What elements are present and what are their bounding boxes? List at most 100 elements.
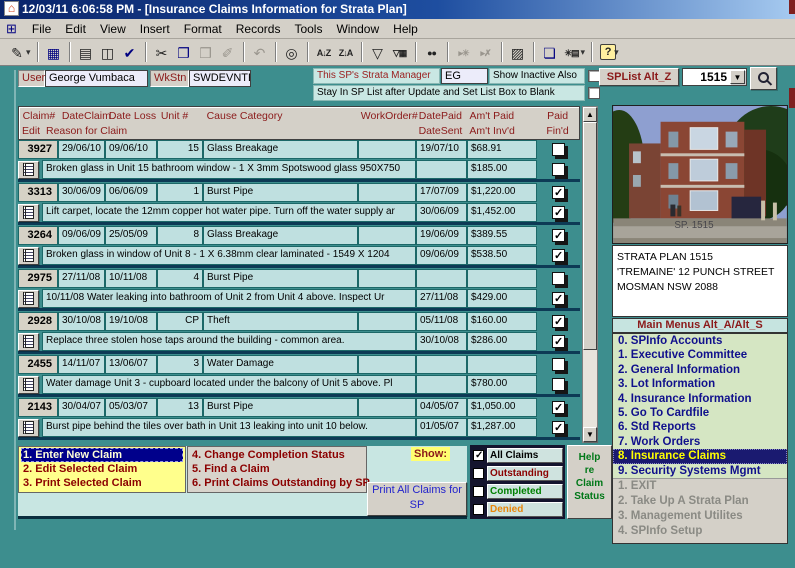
date-loss-cell[interactable]: 13/06/07	[105, 355, 157, 374]
amount-invoiced-cell[interactable]: $780.00	[467, 375, 537, 394]
scroll-up-icon[interactable]: ▲	[583, 107, 597, 122]
date-claim-cell[interactable]: 09/06/09	[58, 226, 105, 245]
edit-claim-button[interactable]	[18, 290, 39, 308]
reason-cell[interactable]: Burst pipe behind the tiles over bath in…	[42, 418, 416, 437]
date-claim-cell[interactable]: 30/06/09	[58, 183, 105, 202]
claim-number-cell[interactable]: 2975	[18, 269, 58, 288]
claim-number-cell[interactable]: 3313	[18, 183, 58, 202]
date-sent-cell[interactable]: 09/06/09	[416, 246, 467, 265]
paid-checkbox[interactable]	[552, 143, 565, 156]
claim-record[interactable]: 2455 14/11/07 13/06/07 3 Water Damage Wa…	[18, 355, 580, 397]
date-loss-cell[interactable]: 06/06/09	[105, 183, 157, 202]
work-order-cell[interactable]	[358, 398, 416, 417]
unit-cell[interactable]: CP	[157, 312, 203, 331]
amount-invoiced-cell[interactable]: $538.50	[467, 246, 537, 265]
properties-icon[interactable]: ▨	[507, 42, 529, 63]
date-paid-cell[interactable]: 17/07/09	[416, 183, 467, 202]
edit-claim-button[interactable]	[18, 333, 39, 351]
insert-link-icon[interactable]: ◎	[281, 42, 303, 63]
unit-cell[interactable]: 13	[157, 398, 203, 417]
sidebar-item-2-general-information[interactable]: 2. General Information	[613, 363, 787, 377]
amount-paid-cell[interactable]: $1,220.00	[467, 183, 537, 202]
undo-icon[interactable]: ↶	[249, 42, 271, 63]
claim-number-cell[interactable]: 2455	[18, 355, 58, 374]
paid-checkbox[interactable]	[552, 358, 565, 371]
date-sent-cell[interactable]	[416, 160, 467, 179]
date-sent-cell[interactable]	[416, 375, 467, 394]
claim-number-cell[interactable]: 2143	[18, 398, 58, 417]
filter-label-denied[interactable]: Denied	[487, 502, 563, 517]
claim-record[interactable]: 3927 29/06/10 09/06/10 15 Glass Breakage…	[18, 140, 580, 182]
layout-mode-icon[interactable]: ⊞	[6, 21, 17, 37]
claim-record[interactable]: 3264 09/06/09 25/05/09 8 Glass Breakage …	[18, 226, 580, 268]
dropdown-caret-icon[interactable]: ▾	[614, 47, 619, 58]
menu-window[interactable]: Window	[329, 20, 386, 38]
amount-paid-cell[interactable]	[467, 269, 537, 288]
user-field[interactable]: George Vumbaca	[45, 70, 148, 87]
find-checkbox[interactable]	[552, 163, 565, 176]
claim-number-cell[interactable]: 3927	[18, 140, 58, 159]
filter-checkbox-all-claims[interactable]	[473, 450, 484, 461]
wkstn-field[interactable]: SWDEVNTE	[189, 70, 251, 87]
splist-button[interactable]: SPList Alt_Z	[599, 68, 679, 86]
menu-records[interactable]: Records	[229, 20, 288, 38]
filter-label-all-claims[interactable]: All Claims	[487, 448, 563, 463]
sidebar-item-3-management-utilites[interactable]: 3. Management Utilites	[613, 509, 787, 524]
unit-cell[interactable]: 8	[157, 226, 203, 245]
find-checkbox[interactable]	[552, 421, 565, 434]
date-sent-cell[interactable]: 01/05/07	[416, 418, 467, 437]
cause-category-cell[interactable]: Burst Pipe	[203, 269, 358, 288]
action-6-print-claims-outstanding-by-sp[interactable]: 6. Print Claims Outstanding by SP	[190, 476, 364, 490]
reason-cell[interactable]: Broken glass in window of Unit 8 - 1 X 6…	[42, 246, 416, 265]
find-checkbox[interactable]	[552, 249, 565, 262]
claim-number-cell[interactable]: 2928	[18, 312, 58, 331]
claims-scrollbar[interactable]: ▲ ▼	[582, 106, 598, 443]
menu-file[interactable]: File	[25, 20, 58, 38]
dropdown-caret-icon[interactable]: ▾	[26, 47, 31, 58]
edit-claim-button[interactable]	[18, 161, 39, 179]
new-layout-icon[interactable]: ✳▤	[561, 42, 583, 63]
stay-in-sp-list-checkbox[interactable]	[588, 87, 600, 99]
date-claim-cell[interactable]: 30/10/08	[58, 312, 105, 331]
help-claim-status-button[interactable]: Help re Claim Status	[567, 445, 612, 519]
print-all-claims-button[interactable]: Print All Claims for SP	[367, 482, 467, 516]
date-loss-cell[interactable]: 10/11/08	[105, 269, 157, 288]
sidebar-item-3-lot-information[interactable]: 3. Lot Information	[613, 377, 787, 391]
combo-dropdown-icon[interactable]: ▼	[730, 70, 745, 84]
scroll-thumb[interactable]	[583, 122, 597, 350]
date-paid-cell[interactable]: 19/07/10	[416, 140, 467, 159]
edit-claim-button[interactable]	[18, 204, 39, 222]
cause-category-cell[interactable]: Burst Pipe	[203, 398, 358, 417]
claim-number-cell[interactable]: 3264	[18, 226, 58, 245]
find-checkbox[interactable]	[552, 206, 565, 219]
reason-cell[interactable]: Replace three stolen hose taps around th…	[42, 332, 416, 351]
cascade-windows-icon[interactable]: ❏	[539, 42, 561, 63]
copy-icon[interactable]: ❐	[173, 42, 195, 63]
cause-category-cell[interactable]: Water Damage	[203, 355, 358, 374]
filter-label-outstanding[interactable]: Outstanding	[487, 466, 563, 481]
spell-check-icon[interactable]: ✔	[119, 42, 141, 63]
date-loss-cell[interactable]: 25/05/09	[105, 226, 157, 245]
scroll-down-icon[interactable]: ▼	[583, 427, 597, 442]
paid-checkbox[interactable]	[552, 229, 565, 242]
amount-paid-cell[interactable]: $389.55	[467, 226, 537, 245]
edit-claim-button[interactable]	[18, 419, 39, 437]
sidebar-item-7-work-orders[interactable]: 7. Work Orders	[613, 435, 787, 449]
reason-cell[interactable]: Lift carpet, locate the 12mm copper hot …	[42, 203, 416, 222]
sp-number-combo[interactable]: 1515 ▼	[682, 68, 747, 86]
new-record-icon[interactable]: ▸✳	[453, 42, 475, 63]
sidebar-item-5-go-to-cardfile[interactable]: 5. Go To Cardfile	[613, 406, 787, 420]
menu-insert[interactable]: Insert	[133, 20, 177, 38]
sidebar-item-4-insurance-information[interactable]: 4. Insurance Information	[613, 392, 787, 406]
unit-cell[interactable]: 1	[157, 183, 203, 202]
menu-format[interactable]: Format	[177, 20, 229, 38]
amount-invoiced-cell[interactable]: $286.00	[467, 332, 537, 351]
paid-checkbox[interactable]	[552, 186, 565, 199]
action-3-print-selected-claim[interactable]: 3. Print Selected Claim	[21, 476, 183, 490]
find-binoculars-icon[interactable]: ●●	[421, 42, 443, 63]
delete-record-icon[interactable]: ▸✗	[475, 42, 497, 63]
sidebar-item-1-exit[interactable]: 1. EXIT	[613, 479, 787, 494]
edit-claim-button[interactable]	[18, 376, 39, 394]
sidebar-item-2-take-up-a-strata-plan[interactable]: 2. Take Up A Strata Plan	[613, 494, 787, 509]
reason-cell[interactable]: 10/11/08 Water leaking into bathroom of …	[42, 289, 416, 308]
